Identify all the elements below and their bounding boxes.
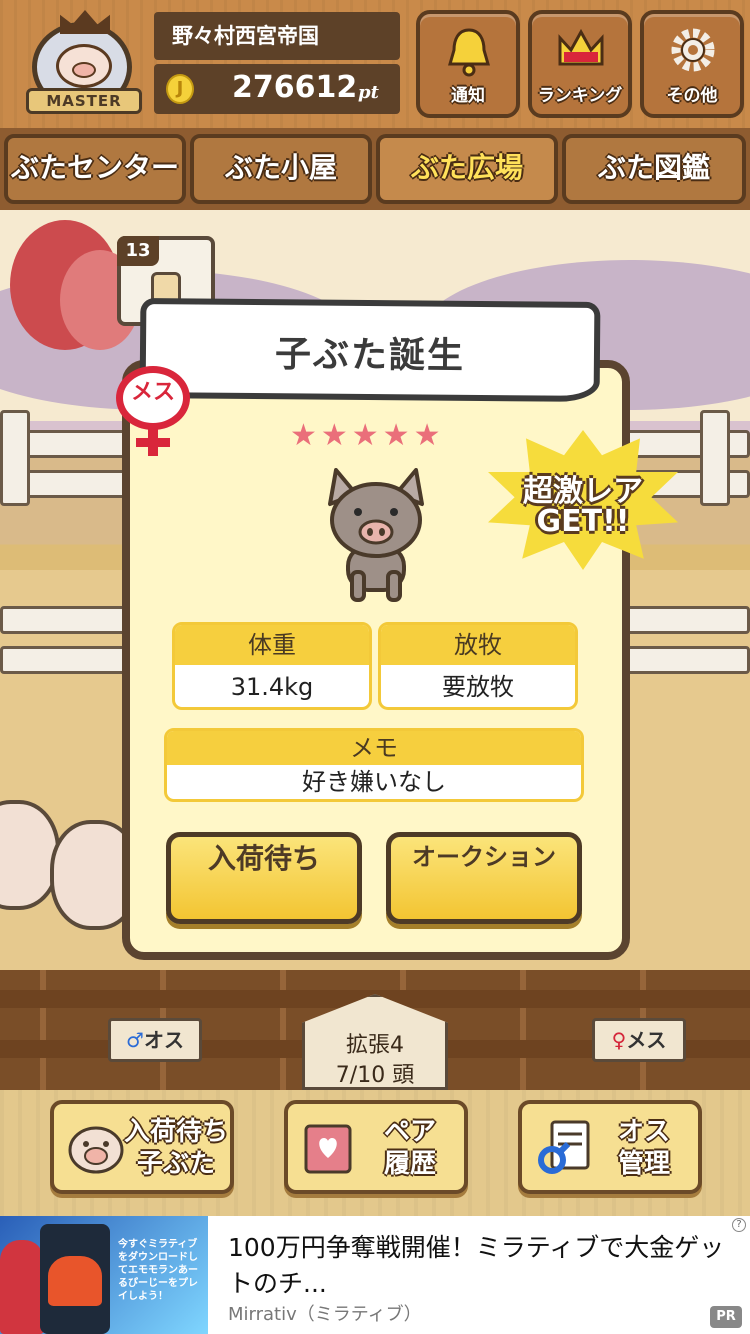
white-fence-post: [0, 410, 30, 506]
piglet-icon: [68, 1126, 124, 1174]
waiting-piglets-line1: 入荷待ち: [123, 1117, 228, 1147]
weight-value: 31.4kg: [230, 673, 314, 701]
gender-bar: [136, 438, 170, 447]
ad-thumbnail[interactable]: 今すぐミラティブをダウンロードしてエモモランあーるぴーじーをプレイしよう！: [0, 1216, 208, 1334]
ranking-button[interactable]: ランキング: [528, 10, 632, 118]
capacity-label: 7/10 頭: [335, 1063, 415, 1088]
auction-button[interactable]: オークション: [386, 832, 582, 924]
item-count: 13: [117, 236, 159, 266]
memo-value: 好き嫌いなし: [302, 768, 446, 796]
settings-label: その他: [666, 86, 718, 106]
bell-icon: [448, 28, 490, 77]
badge-crown-icon: [60, 10, 110, 34]
ad-character: [0, 1240, 44, 1334]
crown-icon: [558, 28, 604, 66]
male-management-line1: オス: [617, 1117, 670, 1147]
master-badge[interactable]: MASTER: [20, 8, 148, 120]
memo-header: メモ: [167, 731, 581, 765]
dialog-title-banner: 子ぶた誕生: [139, 297, 601, 403]
tab-buta-encyclopedia[interactable]: ぶた図鑑: [562, 134, 746, 204]
ranking-label: ランキング: [537, 86, 623, 106]
pair-history-line1: ペア: [383, 1117, 436, 1147]
tab-buta-plaza[interactable]: ぶた広場: [376, 134, 558, 204]
notification-label: 通知: [451, 86, 485, 106]
female-gender-icon: メス: [112, 362, 198, 458]
dialog-title: 子ぶた誕生: [274, 334, 466, 377]
rare-line2: GET!!: [536, 504, 630, 539]
grazing-box: 放牧 要放牧: [378, 622, 578, 710]
female-symbol-icon: ♀: [611, 1028, 627, 1052]
ad-title[interactable]: 100万円争奪戦開催！ミラティブで大金ゲットのチ...: [228, 1230, 728, 1302]
white-fence-post: [700, 410, 730, 506]
ad-thumb-text: 今すぐミラティブをダウンロードしてエモモランあーるぴーじーをプレイしよう！: [118, 1239, 198, 1302]
heart-book-icon: [304, 1124, 352, 1174]
memo-box: メモ 好き嫌いなし: [164, 728, 584, 802]
ad-volcano-image: [48, 1256, 102, 1306]
weight-header: 体重: [175, 625, 369, 665]
rarity-stars: ★★★★★: [290, 418, 445, 453]
main-tabs: ぶたセンター ぶた小屋 ぶた広場 ぶた図鑑: [0, 128, 750, 210]
points-value: 276612: [232, 70, 358, 105]
female-sign-label: メス: [626, 1028, 667, 1052]
wait-arrival-button[interactable]: 入荷待ち: [166, 832, 362, 924]
badge-label: MASTER: [26, 88, 142, 114]
points-display: J 276612 pt: [154, 64, 400, 114]
waiting-piglets-button[interactable]: 入荷待ち 子ぶた: [50, 1100, 234, 1194]
bottom-bar: 入荷待ち 子ぶた ペア 履歴 オス 管理: [0, 1090, 750, 1216]
tab-buta-barn[interactable]: ぶた小屋: [190, 134, 372, 204]
weight-box: 体重 31.4kg: [172, 622, 372, 710]
male-sign-label: オス: [143, 1028, 184, 1052]
male-management-label: オス 管理: [590, 1116, 698, 1180]
ad-source: Mirrativ（ミラティブ）: [228, 1304, 422, 1325]
gender-label: メス: [130, 380, 175, 405]
tab-buta-center[interactable]: ぶたセンター: [4, 134, 186, 204]
male-management-line2: 管理: [617, 1149, 670, 1179]
gear-icon: [671, 28, 715, 72]
pair-history-label: ペア 履歴: [356, 1116, 464, 1180]
waiting-piglets-label: 入荷待ち 子ぶた: [122, 1116, 230, 1180]
male-symbol-icon: ♂: [126, 1028, 144, 1052]
village-name: 野々村西宮帝国: [154, 12, 400, 60]
ad-pr-badge: PR: [710, 1306, 742, 1328]
coin-icon: J: [166, 74, 194, 104]
male-sign[interactable]: ♂オス: [108, 1018, 202, 1062]
points-unit: pt: [358, 82, 379, 103]
top-header: MASTER 野々村西宮帝国 J 276612 pt 通知 ランキング その他: [0, 0, 750, 128]
pair-history-line2: 履歴: [383, 1149, 436, 1179]
grazing-value: 要放牧: [442, 673, 514, 701]
piglet-image: [328, 468, 424, 602]
notification-button[interactable]: 通知: [416, 10, 520, 118]
pair-history-button[interactable]: ペア 履歴: [284, 1100, 468, 1194]
waiting-piglets-line2: 子ぶた: [136, 1149, 215, 1179]
grazing-header: 放牧: [381, 625, 575, 665]
expand-label: 拡張4: [346, 1033, 404, 1058]
male-list-icon: [538, 1120, 590, 1174]
male-management-button[interactable]: オス 管理: [518, 1100, 702, 1194]
ad-banner[interactable]: 今すぐミラティブをダウンロードしてエモモランあーるぴーじーをプレイしよう！ 10…: [0, 1216, 750, 1334]
female-sign[interactable]: ♀メス: [592, 1018, 686, 1062]
settings-button[interactable]: その他: [640, 10, 744, 118]
super-rare-burst: 超激レア GET!!: [488, 430, 678, 570]
pig-snout-icon: [72, 62, 96, 78]
ad-info-icon[interactable]: ?: [732, 1218, 746, 1232]
